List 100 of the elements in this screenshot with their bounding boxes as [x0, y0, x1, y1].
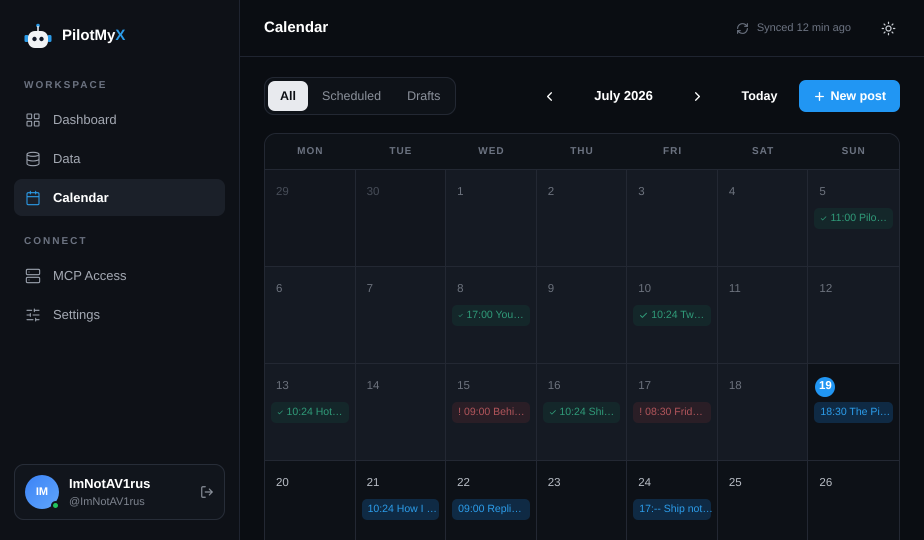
- day-cell[interactable]: 17 ! 08:30 Frid…: [627, 364, 718, 460]
- robot-logo-icon: [24, 23, 52, 49]
- day-cell[interactable]: 5 11:00 Pilo…: [808, 170, 899, 266]
- post-chip[interactable]: 11:00 Pilo…: [814, 208, 893, 229]
- date-number: 20: [276, 476, 289, 491]
- sliders-icon: [25, 306, 41, 322]
- post-chip[interactable]: 18:30 The Pi…: [814, 402, 893, 423]
- weekday-header: THU: [569, 145, 595, 159]
- calendar-icon: [25, 190, 41, 206]
- date-number: 25: [728, 476, 742, 491]
- refresh-icon: [736, 22, 749, 34]
- day-cell[interactable]: 8 17:00 You…: [446, 267, 537, 363]
- date-number: 10: [638, 282, 652, 297]
- day-cell[interactable]: 3: [627, 170, 718, 266]
- date-number: 4: [728, 185, 736, 200]
- date-number: 29: [276, 185, 289, 200]
- post-chip[interactable]: 10:24 How I …: [362, 499, 440, 520]
- user-handle: @ImNotAV1rus: [69, 494, 146, 510]
- sync-status: Synced 12 min ago: [756, 20, 851, 36]
- post-chip[interactable]: ! 08:30 Frid…: [633, 402, 711, 423]
- date-number: 8: [457, 282, 464, 297]
- sun-icon: [881, 20, 896, 36]
- grid-icon: [25, 112, 41, 128]
- weekday-header: TUE: [388, 145, 414, 159]
- date-number: 17: [638, 379, 652, 394]
- check-icon: [639, 311, 648, 320]
- check-icon: [548, 408, 556, 417]
- month-label: July 2026: [593, 87, 654, 106]
- check-icon: [458, 311, 464, 320]
- date-number: 14: [366, 379, 380, 394]
- new-post-button[interactable]: New post: [799, 80, 900, 112]
- day-cell[interactable]: 16 10:24 Shi…: [536, 364, 628, 460]
- weekday-header: SUN: [840, 145, 867, 159]
- post-chip[interactable]: 09:00 Repli…: [452, 499, 530, 520]
- day-cell[interactable]: 4: [718, 170, 808, 266]
- nav-item[interactable]: MCP Access: [14, 257, 225, 294]
- day-cell[interactable]: 23: [536, 461, 628, 540]
- day-cell[interactable]: 11: [718, 267, 808, 363]
- brand-name: PilotMyX: [62, 26, 126, 46]
- database-icon: [25, 150, 41, 166]
- day-cell[interactable]: 1: [446, 170, 537, 266]
- post-chip[interactable]: ! 09:00 Behi…: [452, 402, 530, 423]
- day-cell[interactable]: 6: [265, 267, 356, 363]
- nav-item[interactable]: Calendar: [14, 179, 225, 216]
- day-cell[interactable]: 14: [356, 364, 446, 460]
- weekday-header: MON: [296, 145, 324, 159]
- date-number: 16: [548, 379, 560, 394]
- date-number: 3: [638, 185, 645, 200]
- date-number: 12: [819, 282, 832, 297]
- check-icon: [820, 214, 828, 223]
- plus-icon: [813, 90, 826, 102]
- date-number: 6: [276, 282, 282, 297]
- filter-tab[interactable]: All: [268, 81, 308, 111]
- day-cell[interactable]: 9: [536, 267, 628, 363]
- section-heading: CONNECT: [23, 235, 88, 249]
- nav-item[interactable]: Settings: [14, 296, 225, 333]
- nav-item[interactable]: Dashboard: [14, 101, 225, 138]
- today-date-badge: 19: [815, 376, 836, 397]
- check-icon: [277, 408, 284, 417]
- date-number: 30: [366, 185, 380, 200]
- day-cell[interactable]: 2: [536, 170, 628, 266]
- post-chip[interactable]: 10:24 Tw…: [633, 305, 711, 326]
- day-cell[interactable]: 13 10:24 Hot…: [265, 364, 356, 460]
- day-cell[interactable]: 18: [718, 364, 808, 460]
- day-cell[interactable]: 10 10:24 Tw…: [627, 267, 718, 363]
- day-cell[interactable]: 21 10:24 How I …: [356, 461, 446, 540]
- date-number: 1: [457, 185, 464, 200]
- date-number: 9: [548, 282, 554, 297]
- user-name: ImNotAV1rus: [69, 475, 152, 493]
- section-heading: WORKSPACE: [23, 79, 108, 93]
- date-number: 11: [728, 282, 741, 297]
- server-icon: [25, 268, 41, 284]
- logout-icon[interactable]: [200, 485, 214, 499]
- nav-item[interactable]: Data: [14, 140, 225, 177]
- weekday-header: FRI: [662, 145, 684, 159]
- date-number: 13: [276, 379, 289, 394]
- today-button[interactable]: Today: [730, 80, 790, 112]
- date-number: 5: [819, 185, 826, 200]
- date-number: 21: [366, 476, 380, 491]
- day-cell[interactable]: 12: [808, 267, 899, 363]
- post-chip[interactable]: 10:24 Hot…: [271, 402, 349, 423]
- date-number: 22: [457, 476, 470, 491]
- date-number: 15: [457, 379, 470, 394]
- day-cell[interactable]: 7: [356, 267, 446, 363]
- date-number: 7: [366, 282, 373, 297]
- date-number: 26: [819, 476, 832, 491]
- post-chip[interactable]: 17:-- Ship not…: [633, 499, 711, 520]
- date-number: 23: [548, 476, 560, 491]
- post-chip[interactable]: 17:00 You…: [452, 305, 530, 326]
- date-number: 24: [638, 476, 652, 491]
- filter-tab[interactable]: Drafts: [395, 81, 452, 111]
- date-number: 18: [728, 379, 742, 394]
- weekday-header: WED: [477, 145, 506, 159]
- date-number: 2: [548, 185, 554, 200]
- user-avatar: IM: [25, 475, 59, 509]
- post-chip[interactable]: 10:24 Shi…: [542, 402, 620, 423]
- user-card[interactable]: IM ImNotAV1rus @ImNotAV1rus: [14, 464, 225, 520]
- filter-tab[interactable]: Scheduled: [310, 81, 394, 111]
- day-cell[interactable]: 15 ! 09:00 Behi…: [446, 364, 537, 460]
- weekday-header: SAT: [751, 145, 776, 159]
